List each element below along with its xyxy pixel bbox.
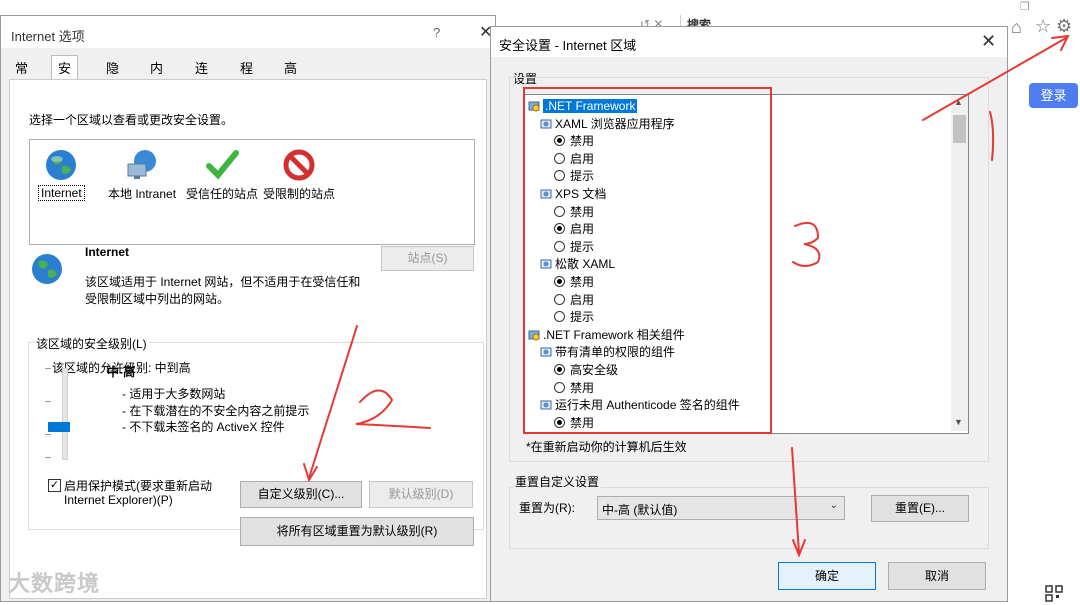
annotation-overlay [303,34,1070,558]
watermark: 大数跨境 [8,571,101,596]
